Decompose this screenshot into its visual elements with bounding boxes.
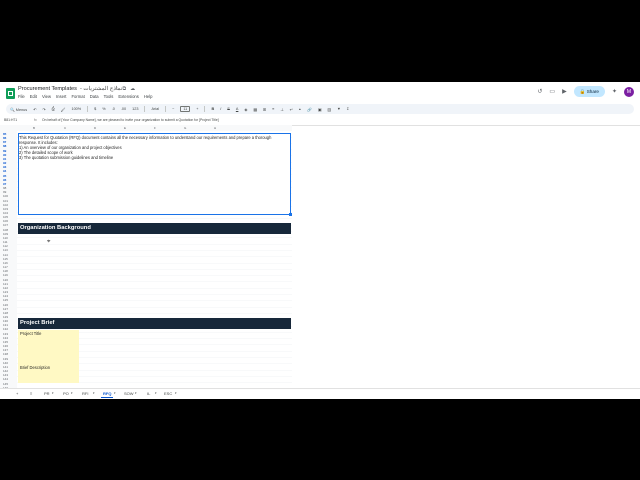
wrap-text-icon[interactable]: ↵ xyxy=(290,107,293,112)
align-vertical-icon[interactable]: ⊥ xyxy=(280,107,283,112)
menu-item-view[interactable]: View xyxy=(42,94,51,99)
font-size-input[interactable]: 11 xyxy=(180,106,191,112)
menu-bar: File Edit View Insert Format Data Tools Extensi… xyxy=(18,94,152,99)
insert-chart-icon[interactable]: ▥ xyxy=(327,107,331,112)
title-icons: ☆⧉☁ xyxy=(114,86,139,92)
sheet-tab-menu-icon[interactable]: ▾ xyxy=(71,391,73,395)
font-size-decrease[interactable]: − xyxy=(172,107,174,111)
fill-color-icon[interactable]: ◈ xyxy=(244,107,247,112)
font-size-increase[interactable]: + xyxy=(196,107,198,111)
italic-button[interactable]: I xyxy=(220,107,221,111)
divider xyxy=(204,106,206,112)
sheet-tab-menu-icon[interactable]: ▾ xyxy=(155,391,157,395)
header-actions: ↺ ▭ ▶ 🔒 Share ✦ M xyxy=(537,86,634,97)
input-cells-highlight[interactable] xyxy=(18,330,79,383)
sheets-logo-icon[interactable] xyxy=(6,88,15,99)
menu-item-extensions[interactable]: Extensions xyxy=(118,94,138,99)
sheet-tab-po[interactable]: PO xyxy=(63,391,69,396)
divider xyxy=(87,106,89,112)
document-title[interactable]: Procurement Templates - نماذج المشتريات xyxy=(18,86,122,92)
decrease-decimal-button[interactable]: .0 xyxy=(112,107,115,111)
sheet-tab-menu-icon[interactable]: ▾ xyxy=(135,391,137,395)
strikethrough-button[interactable]: S xyxy=(227,107,230,111)
text-color-button[interactable]: A xyxy=(236,107,239,111)
menu-item-help[interactable]: Help xyxy=(144,94,153,99)
undo-icon[interactable]: ↶ xyxy=(33,107,36,112)
intro-line: 3) The quotation submission guidelines a… xyxy=(19,155,114,160)
sheet-tab-menu-icon[interactable]: ▾ xyxy=(52,391,54,395)
divider xyxy=(165,106,167,112)
fx-icon: fx xyxy=(34,118,37,122)
column-header-h[interactable]: H xyxy=(214,126,216,130)
sheet-tab-menu-icon[interactable]: ▾ xyxy=(175,391,177,395)
insert-comment-icon[interactable]: ▣ xyxy=(318,107,322,112)
column-header-b[interactable]: B xyxy=(33,126,35,130)
sheet-tab-menu-icon[interactable]: ▾ xyxy=(93,391,95,395)
menu-item-insert[interactable]: Insert xyxy=(56,94,66,99)
avatar[interactable]: M xyxy=(624,86,634,97)
share-button[interactable]: 🔒 Share xyxy=(573,86,605,97)
menu-item-format[interactable]: Format xyxy=(71,94,84,99)
align-horizontal-icon[interactable]: ≡ xyxy=(272,107,274,111)
functions-icon[interactable]: Σ xyxy=(347,107,349,111)
sheet-tab-rfq[interactable]: RFQ xyxy=(100,391,115,398)
spreadsheet-app: Procurement Templates - نماذج المشتريات ☆… xyxy=(0,82,640,398)
cloud-status-icon[interactable]: ☁ xyxy=(130,86,139,92)
column-header-e[interactable]: E xyxy=(124,126,126,130)
all-sheets-icon[interactable]: ≡ xyxy=(30,391,32,396)
brief-description-label: Brief Description xyxy=(20,365,51,370)
sheet-tab-il[interactable]: IL xyxy=(147,391,150,396)
insert-link-icon[interactable]: 🔗 xyxy=(307,107,312,112)
sheet-tab-esc[interactable]: ESC xyxy=(164,391,172,396)
column-header-g[interactable]: G xyxy=(184,126,186,130)
paint-format-icon[interactable]: 🖌 xyxy=(61,107,66,112)
menu-item-tools[interactable]: Tools xyxy=(104,94,114,99)
redo-icon[interactable]: ↷ xyxy=(42,107,45,112)
bold-button[interactable]: B xyxy=(211,107,214,111)
history-icon[interactable]: ↺ xyxy=(537,88,542,95)
column-header-d[interactable]: D xyxy=(94,126,96,130)
menu-item-edit[interactable]: Edit xyxy=(30,94,37,99)
sheet-tab-pr[interactable]: PR xyxy=(44,391,50,396)
percent-button[interactable]: % xyxy=(102,107,105,111)
menu-item-file[interactable]: File xyxy=(18,94,25,99)
fill-handle[interactable] xyxy=(289,213,292,216)
meet-icon[interactable]: ▶ xyxy=(562,88,567,95)
formula-input[interactable]: On behalf of [Your Company Name], we are… xyxy=(42,118,219,122)
mouse-cursor-icon: ⌖ xyxy=(47,239,51,245)
intro-line: This Request for Quotation (RFQ) documen… xyxy=(19,135,272,140)
toolbar: 🔍 Menus ↶ ↷ ⎙ 🖌 100% $ % .0 .00 123 Aria… xyxy=(6,104,634,114)
sheet-tab-rfi[interactable]: RFI xyxy=(82,391,88,396)
section-header-organization: Organization Background xyxy=(18,223,291,234)
column-header-f[interactable]: F xyxy=(154,126,156,130)
menu-item-data[interactable]: Data xyxy=(90,94,99,99)
font-select[interactable]: Arial xyxy=(151,107,159,111)
sheet-tabs-bar: + ≡ PR ▾ PO ▾ RFI ▾ RFQ ▾ SOW ▾ IL ▾ ESC ▾ xyxy=(0,388,640,399)
row-headers: 85 86 87 88 89 90 91 92 93 94 95 96 97 98 99 100 101 102 1… xyxy=(0,131,18,394)
gemini-icon[interactable]: ✦ xyxy=(612,88,617,95)
section-header-project-brief: Project Brief xyxy=(18,318,291,329)
add-sheet-icon[interactable]: + xyxy=(16,391,18,396)
intro-text: This Request for Quotation (RFQ) documen… xyxy=(19,135,291,160)
move-folder-icon[interactable]: ⧉ xyxy=(122,86,130,92)
text-rotation-icon[interactable]: ⟀ xyxy=(299,107,301,111)
sheet-tab-sow[interactable]: SOW xyxy=(124,391,134,396)
project-title-label: Project Title xyxy=(20,331,42,336)
name-box[interactable]: B81:H71 xyxy=(4,118,17,122)
zoom-select[interactable]: 100% xyxy=(71,107,81,111)
filter-icon[interactable]: ▼ xyxy=(337,107,341,111)
search-menus-icon[interactable]: 🔍 Menus xyxy=(10,107,27,112)
increase-decimal-button[interactable]: .00 xyxy=(121,107,126,111)
more-formats-button[interactable]: 123 xyxy=(132,107,138,111)
print-icon[interactable]: ⎙ xyxy=(52,107,55,111)
merge-cells-icon[interactable]: ⊞ xyxy=(263,107,266,112)
column-header-c[interactable]: C xyxy=(64,126,66,130)
divider xyxy=(144,106,146,112)
currency-button[interactable]: $ xyxy=(94,107,96,111)
borders-icon[interactable]: ▦ xyxy=(253,107,257,112)
sheet-tab-menu-icon[interactable]: ▾ xyxy=(114,391,116,395)
comments-icon[interactable]: ▭ xyxy=(549,88,555,95)
